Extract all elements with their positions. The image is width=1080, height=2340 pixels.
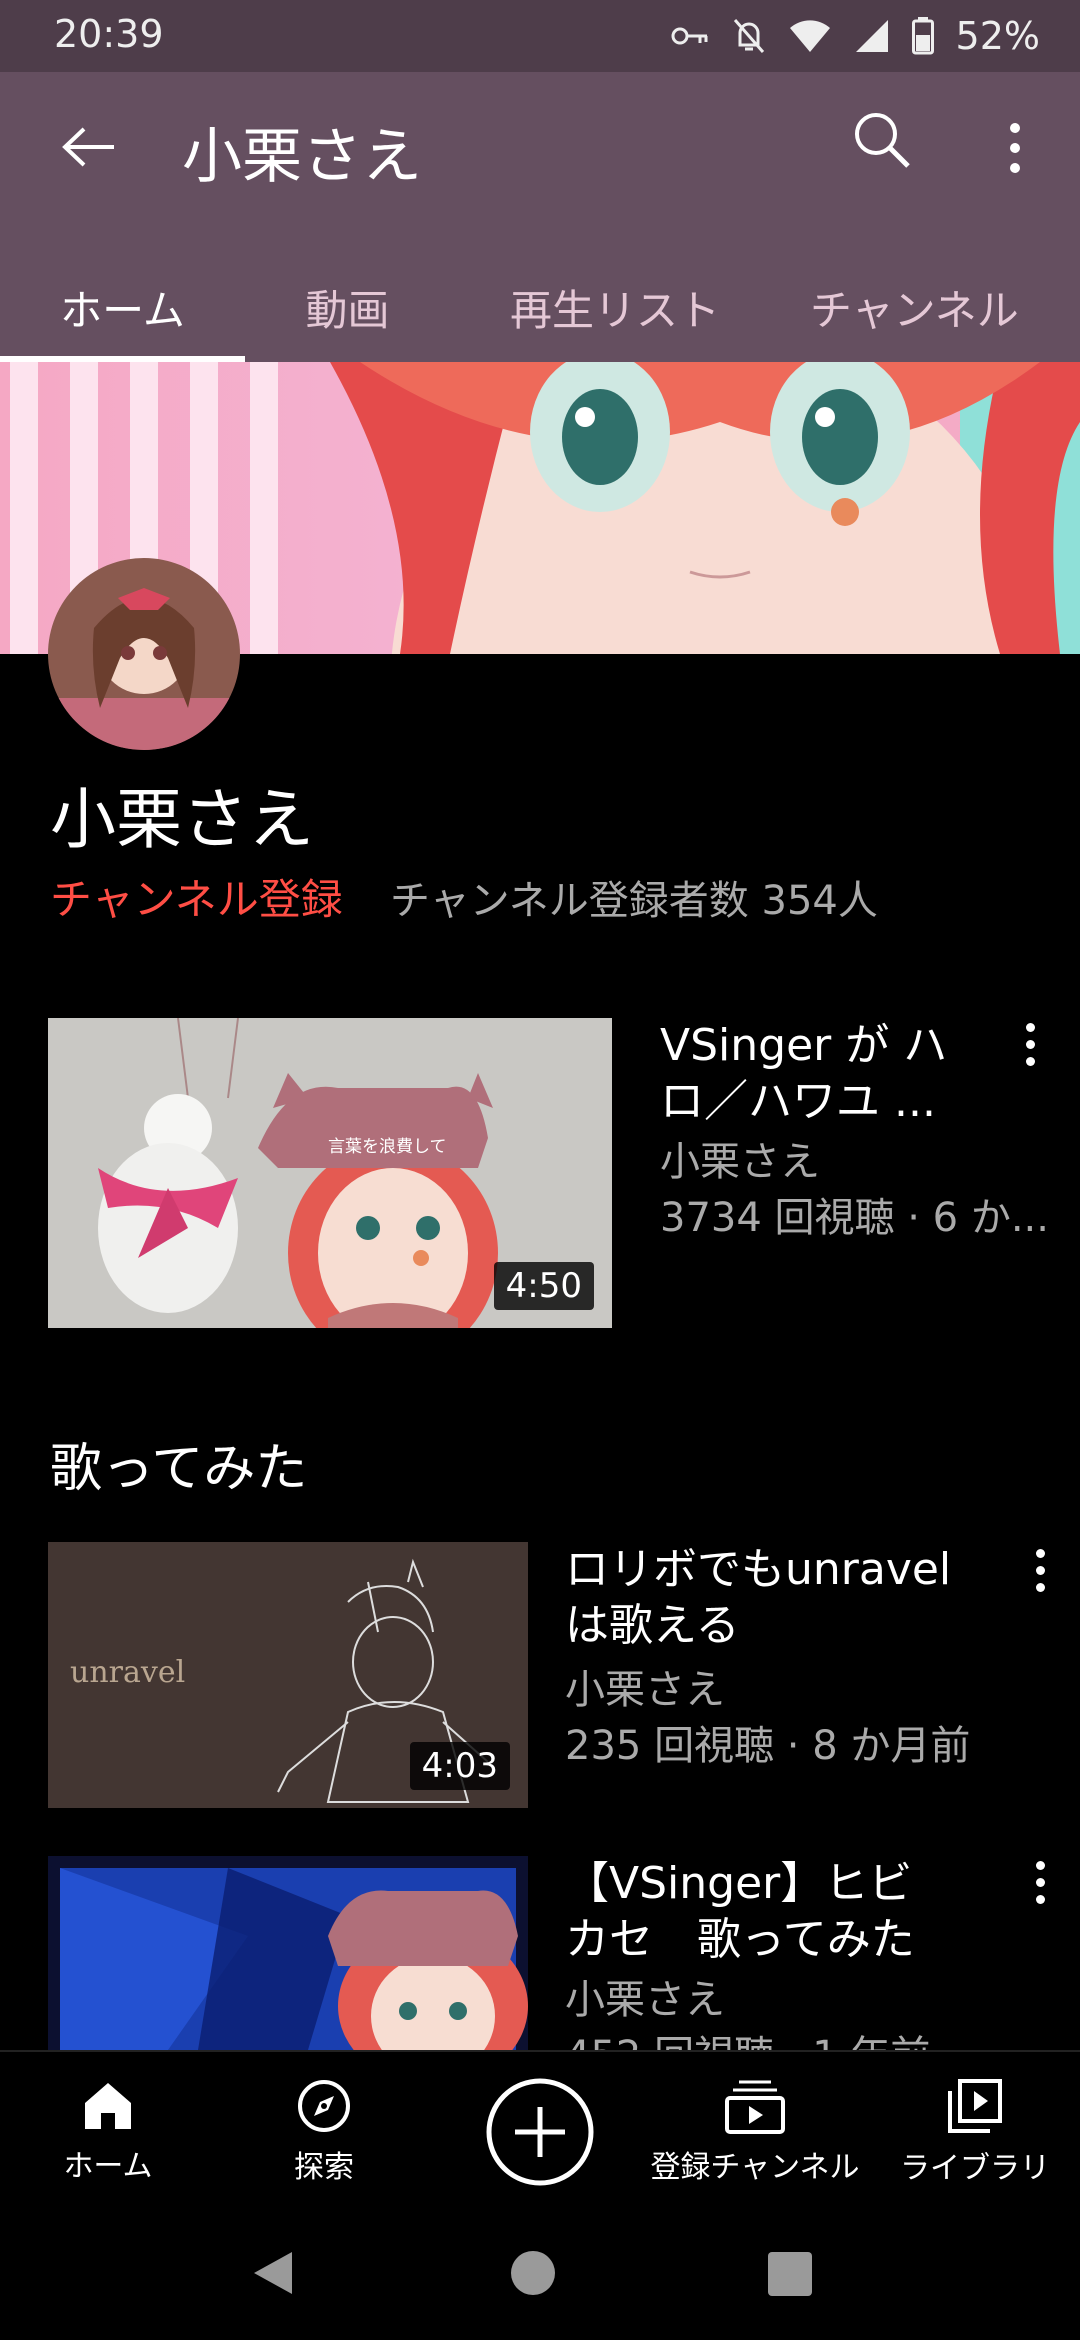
library-icon <box>948 2079 1002 2133</box>
video-duration: 4:03 <box>409 1742 510 1790</box>
video-channel: 小栗さえ <box>565 1667 725 1713</box>
tab-home[interactable]: ホーム <box>0 252 245 362</box>
subscriber-count: チャンネル登録者数 354人 <box>390 878 878 924</box>
dot-icon <box>1035 1877 1045 1887</box>
featured-video-menu-button[interactable] <box>1010 1014 1050 1074</box>
recents-nav-icon[interactable] <box>768 2252 812 2296</box>
status-icons: 52% <box>670 12 1040 60</box>
title-line: カセ 歌ってみた <box>565 1914 915 1965</box>
system-navigation-bar <box>0 2210 1080 2340</box>
more-options-button[interactable] <box>990 108 1040 188</box>
video-thumbnail[interactable] <box>48 1856 528 2050</box>
nav-library[interactable]: ライブラリ <box>890 2052 1060 2212</box>
search-button[interactable] <box>850 108 930 188</box>
title-line: 【VSinger】ヒビ <box>565 1858 913 1909</box>
back-nav-icon[interactable] <box>250 2248 296 2298</box>
video-stats: 452 回視聴 · 1 年前 <box>565 2028 930 2050</box>
dot-icon <box>1010 143 1020 153</box>
nav-home[interactable]: ホーム <box>48 2052 168 2212</box>
video-menu-button[interactable] <box>1020 1540 1060 1600</box>
subscribe-button[interactable]: チャンネル登録 <box>50 866 343 927</box>
app-bar: 小栗さえ ホーム 動画 再生リスト チャンネル <box>0 72 1080 362</box>
dot-icon <box>1025 1022 1035 1032</box>
channel-name: 小栗さえ <box>50 781 314 858</box>
dot-icon <box>1035 1582 1045 1592</box>
back-button[interactable] <box>48 112 128 182</box>
subscriptions-icon <box>725 2080 785 2134</box>
dot-icon <box>1010 163 1020 173</box>
signal-icon <box>855 20 888 52</box>
video-duration: 4:50 <box>493 1262 594 1310</box>
video-stats: 3734 回視聴 · 6 か... <box>660 1195 1049 1241</box>
section-title: 歌ってみた <box>50 1439 308 1499</box>
nav-create[interactable] <box>480 2052 600 2212</box>
video-title[interactable]: ロリボでもunravel は歌える <box>565 1542 951 1654</box>
title-line: VSinger が ハ <box>660 1020 948 1071</box>
video-channel: 小栗さえ <box>660 1139 820 1185</box>
app-title: 小栗さえ <box>182 122 422 192</box>
video-stats: 235 回視聴 · 8 か月前 <box>565 1723 971 1769</box>
video-meta: 小栗さえ 452 回視聴 · 1 年前 <box>565 1972 930 2050</box>
channel-avatar[interactable] <box>48 558 240 750</box>
dot-icon <box>1010 123 1020 133</box>
home-nav-icon[interactable] <box>510 2250 556 2296</box>
nav-explore[interactable]: 探索 <box>264 2052 384 2212</box>
battery-percent: 52% <box>955 14 1040 58</box>
dot-icon <box>1025 1039 1035 1049</box>
explore-icon <box>298 2080 350 2132</box>
tab-channels[interactable]: チャンネル <box>810 252 1080 362</box>
battery-icon <box>911 17 934 55</box>
title-line: ロリボでもunravel <box>565 1544 952 1595</box>
dot-icon <box>1035 1565 1045 1575</box>
add-icon <box>486 2078 594 2186</box>
notifications-off-icon <box>733 19 764 53</box>
vpn-key-icon <box>671 27 708 45</box>
video-menu-button[interactable] <box>1020 1852 1060 1912</box>
video-channel: 小栗さえ <box>565 1977 725 2023</box>
bottom-navigation: ホーム 探索 登録チャンネル ライブラリ <box>0 2050 1080 2212</box>
nav-label: ホーム <box>63 2149 153 2184</box>
status-time: 20:39 <box>54 12 164 56</box>
tab-videos[interactable]: 動画 <box>270 252 425 362</box>
dot-icon <box>1035 1860 1045 1870</box>
nav-label: 探索 <box>294 2150 354 2185</box>
status-bar: 20:39 52% <box>0 0 1080 72</box>
featured-video-meta: 小栗さえ 3734 回視聴 · 6 か... <box>660 1134 1049 1246</box>
nav-label: ライブラリ <box>900 2151 1050 2186</box>
video-thumbnail[interactable]: unravel 4:03 <box>48 1542 528 1808</box>
video-meta: 小栗さえ 235 回視聴 · 8 か月前 <box>565 1662 970 1774</box>
channel-tabs: ホーム 動画 再生リスト チャンネル <box>0 252 1080 362</box>
home-icon <box>85 2083 131 2129</box>
tab-playlists[interactable]: 再生リスト <box>470 252 760 362</box>
wifi-icon <box>789 20 830 52</box>
dot-icon <box>1025 1056 1035 1066</box>
featured-video-thumbnail[interactable]: 言葉を浪費して 4:50 <box>48 1018 612 1328</box>
back-arrow-icon <box>62 127 114 167</box>
thumbnail-text: unravel <box>70 1655 185 1690</box>
dot-icon <box>1035 1548 1045 1558</box>
thumbnail-caption: 言葉を浪費して <box>328 1137 447 1157</box>
featured-video-title[interactable]: VSinger が ハ ロ／ハワユ ... <box>660 1018 947 1130</box>
nav-label: 登録チャンネル <box>650 2150 860 2185</box>
nav-subscriptions[interactable]: 登録チャンネル <box>650 2052 860 2212</box>
video-title[interactable]: 【VSinger】ヒビ カセ 歌ってみた <box>565 1856 915 1968</box>
search-icon <box>855 113 910 168</box>
dot-icon <box>1035 1894 1045 1904</box>
title-line: は歌える <box>565 1600 740 1651</box>
title-line: ロ／ハワユ ... <box>660 1076 936 1127</box>
